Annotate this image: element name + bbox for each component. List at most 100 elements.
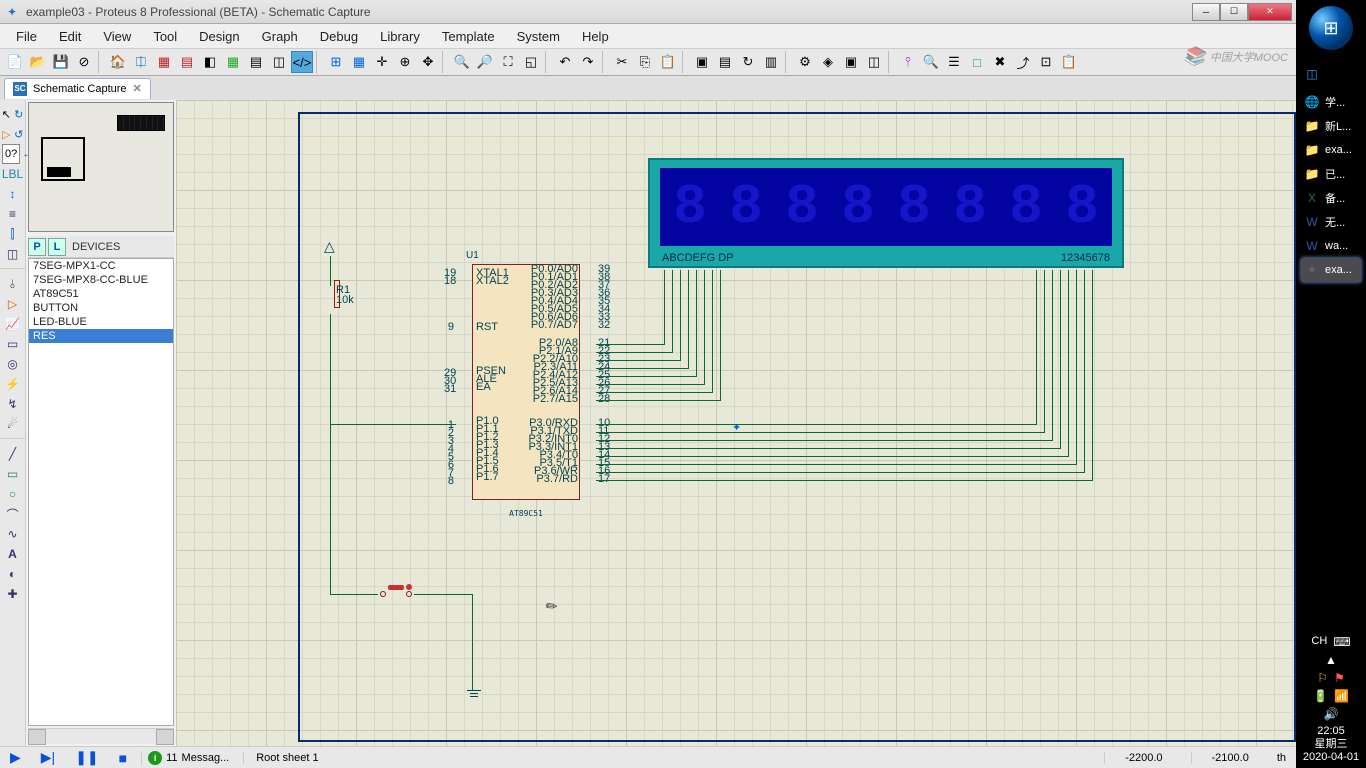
- minimize-button[interactable]: ─: [1192, 3, 1220, 21]
- menu-view[interactable]: View: [93, 26, 141, 47]
- menu-library[interactable]: Library: [370, 26, 430, 47]
- stop-button[interactable]: ■: [113, 750, 133, 766]
- open-icon[interactable]: 📂: [27, 51, 49, 73]
- bom2-icon[interactable]: 📋: [1058, 51, 1080, 73]
- taskbar-btn[interactable]: 📁新L...: [1301, 114, 1361, 138]
- bus-tool-icon[interactable]: ⫿: [1, 224, 25, 244]
- cut-icon[interactable]: ✂: [611, 51, 633, 73]
- snap-icon[interactable]: ✛: [371, 51, 393, 73]
- device-item[interactable]: LED-BLUE: [29, 315, 173, 329]
- paste-icon[interactable]: 📋: [657, 51, 679, 73]
- lang-indicator[interactable]: CH: [1311, 635, 1327, 649]
- menu-help[interactable]: Help: [572, 26, 619, 47]
- menu-file[interactable]: File: [6, 26, 47, 47]
- tape-tool-icon[interactable]: ▭: [1, 334, 25, 354]
- zoomfit-icon[interactable]: ⛶: [497, 51, 519, 73]
- device-item[interactable]: AT89C51: [29, 287, 173, 301]
- grid2-icon[interactable]: ▦: [348, 51, 370, 73]
- menu-edit[interactable]: Edit: [49, 26, 91, 47]
- marker-tool-icon[interactable]: ✚: [1, 584, 25, 604]
- label-tool-icon[interactable]: LBL: [1, 164, 25, 184]
- packaging-icon[interactable]: ▣: [840, 51, 862, 73]
- overview-thumbnail[interactable]: [28, 102, 174, 232]
- component-tool-icon[interactable]: ▷: [0, 124, 13, 144]
- text2-tool-icon[interactable]: A: [1, 544, 25, 564]
- generator-tool-icon[interactable]: ◎: [1, 354, 25, 374]
- new-icon[interactable]: 📄: [4, 51, 26, 73]
- menu-system[interactable]: System: [507, 26, 570, 47]
- messages-button[interactable]: i 11 Messag...: [141, 751, 235, 765]
- zoomout-icon[interactable]: 🔎: [474, 51, 496, 73]
- pick-device-button[interactable]: P: [28, 238, 46, 256]
- circle-tool-icon[interactable]: ○: [1, 484, 25, 504]
- graph-tool-icon[interactable]: 📈: [1, 314, 25, 334]
- volume-icon[interactable]: 🔊: [1324, 707, 1339, 721]
- zoomarea-icon[interactable]: ◱: [520, 51, 542, 73]
- make-device-icon[interactable]: ◈: [817, 51, 839, 73]
- device-item[interactable]: BUTTON: [29, 301, 173, 315]
- terminal-tool-icon[interactable]: ⫰: [1, 274, 25, 294]
- device-scrollbar[interactable]: [28, 728, 174, 744]
- pan-icon[interactable]: ✥: [417, 51, 439, 73]
- gerber-icon[interactable]: ▦: [222, 51, 244, 73]
- copy-icon[interactable]: ⎘: [634, 51, 656, 73]
- path-tool-icon[interactable]: ∿: [1, 524, 25, 544]
- block-move-icon[interactable]: ▤: [714, 51, 736, 73]
- decompose-icon[interactable]: ◫: [863, 51, 885, 73]
- bom-icon[interactable]: ▤: [245, 51, 267, 73]
- vcc-symbol[interactable]: △: [324, 238, 335, 255]
- start-button[interactable]: [1309, 6, 1353, 50]
- menu-tool[interactable]: Tool: [143, 26, 187, 47]
- box-tool-icon[interactable]: ▭: [1, 464, 25, 484]
- device-item[interactable]: 7SEG-MPX1-CC: [29, 259, 173, 273]
- signal-icon[interactable]: 📶: [1334, 689, 1349, 703]
- pcb-icon[interactable]: ▦: [153, 51, 175, 73]
- taskbar-btn[interactable]: X备...: [1301, 186, 1361, 210]
- property-icon[interactable]: ☰: [943, 51, 965, 73]
- taskbar-btn[interactable]: Wwa...: [1301, 234, 1361, 258]
- ground-symbol[interactable]: [465, 690, 483, 699]
- pause-button[interactable]: ❚❚: [69, 749, 104, 766]
- block-rotate-icon[interactable]: ↻: [737, 51, 759, 73]
- search-icon[interactable]: 🔍: [920, 51, 942, 73]
- device-item[interactable]: RES: [29, 329, 173, 343]
- undo-icon[interactable]: ↶: [554, 51, 576, 73]
- subcircuit-tool-icon[interactable]: ◫: [1, 244, 25, 264]
- save-icon[interactable]: 💾: [50, 51, 72, 73]
- schematic-icon[interactable]: ⎅: [130, 51, 152, 73]
- tab-close-icon[interactable]: ✕: [133, 82, 142, 95]
- 3d-icon[interactable]: ◧: [199, 51, 221, 73]
- pin-tool-icon[interactable]: ▷: [1, 294, 25, 314]
- battery-icon[interactable]: 🔋: [1313, 689, 1328, 703]
- network-icon[interactable]: ⚑: [1334, 671, 1345, 685]
- origin-icon[interactable]: ⊕: [394, 51, 416, 73]
- close-button[interactable]: ✕: [1248, 3, 1292, 21]
- instrument-tool-icon[interactable]: ☄: [1, 414, 25, 434]
- arc-tool-icon[interactable]: ⌒: [1, 504, 25, 524]
- block-delete-icon[interactable]: ▥: [760, 51, 782, 73]
- zoom-sheet-icon[interactable]: ⊡: [1035, 51, 1057, 73]
- new-sheet-icon[interactable]: □: [966, 51, 988, 73]
- zoomin-icon[interactable]: 🔍: [451, 51, 473, 73]
- taskbar-btn[interactable]: W无...: [1301, 210, 1361, 234]
- graph-icon[interactable]: ◫: [268, 51, 290, 73]
- taskbar-btn[interactable]: ✦exa...: [1301, 258, 1361, 282]
- library-button[interactable]: L: [48, 238, 66, 256]
- maximize-button[interactable]: ☐: [1220, 3, 1248, 21]
- keyboard-icon[interactable]: ⌨: [1333, 635, 1350, 649]
- exit-icon[interactable]: ⤴: [1012, 51, 1034, 73]
- device-list[interactable]: 7SEG-MPX1-CC 7SEG-MPX8-CC-BLUE AT89C51 B…: [28, 258, 174, 726]
- seven-segment-display[interactable]: ABCDEFG DP 12345678: [648, 158, 1124, 268]
- flag-icon[interactable]: ⚐: [1317, 671, 1328, 685]
- menu-debug[interactable]: Debug: [310, 26, 368, 47]
- menu-graph[interactable]: Graph: [252, 26, 308, 47]
- mcu-component[interactable]: U1 1918 XTAL1XTAL2 9 RST 293031 PSENALEE…: [456, 258, 596, 508]
- text-tool-icon[interactable]: ≡: [1, 204, 25, 224]
- play-button[interactable]: ▶: [4, 749, 27, 766]
- taskbar-btn[interactable]: ◫: [1301, 62, 1361, 86]
- close-icon[interactable]: ⊘: [73, 51, 95, 73]
- probe-i-tool-icon[interactable]: ↯: [1, 394, 25, 414]
- menu-design[interactable]: Design: [189, 26, 249, 47]
- menu-template[interactable]: Template: [432, 26, 505, 47]
- rotate-ccw-icon[interactable]: ↺: [13, 124, 26, 144]
